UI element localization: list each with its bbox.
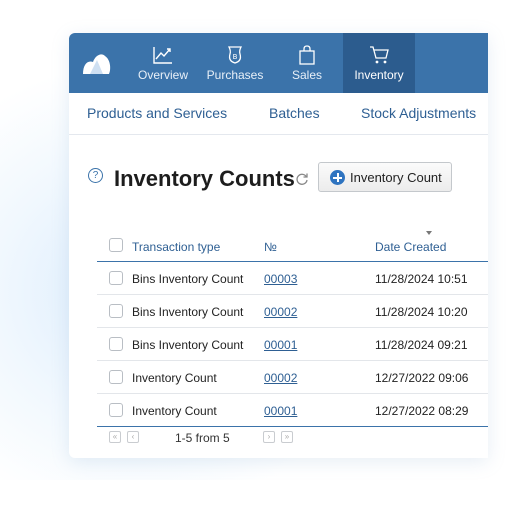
pager-range: 1-5 from 5	[175, 431, 230, 445]
row-checkbox[interactable]	[109, 337, 123, 351]
bag-bitcoin-icon: B	[227, 46, 243, 64]
row-checkbox[interactable]	[109, 403, 123, 417]
table-row[interactable]: Bins Inventory Count 00003 11/28/2024 10…	[97, 262, 488, 295]
row-type: Bins Inventory Count	[132, 338, 244, 352]
row-number-link[interactable]: 00001	[264, 338, 297, 352]
nav-purchases-label: Purchases	[206, 68, 264, 82]
nav-overview-label: Overview	[137, 68, 188, 82]
column-transaction-type[interactable]: Transaction type	[132, 240, 220, 254]
first-page-button[interactable]: «	[109, 431, 121, 443]
row-number-link[interactable]: 00002	[264, 371, 297, 385]
row-type: Bins Inventory Count	[132, 272, 244, 286]
row-date: 12/27/2022 09:06	[375, 371, 469, 385]
chart-line-icon	[153, 47, 172, 64]
sub-nav: Products and Services Batches Stock Adju…	[69, 93, 488, 135]
row-checkbox[interactable]	[109, 370, 123, 384]
row-date: 11/28/2024 10:51	[375, 272, 468, 286]
shopping-bag-icon	[299, 45, 315, 65]
last-page-button[interactable]: »	[281, 431, 293, 443]
row-checkbox[interactable]	[109, 271, 123, 285]
app-window: Overview B Purchases Sales Inventory Pro…	[69, 33, 488, 458]
prev-page-button[interactable]: ‹	[127, 431, 139, 443]
table-row[interactable]: Inventory Count 00002 12/27/2022 09:06	[97, 361, 488, 394]
table-header: Transaction type № Date Created	[97, 230, 488, 262]
top-nav-bar: Overview B Purchases Sales Inventory	[69, 33, 488, 93]
table-row[interactable]: Bins Inventory Count 00002 11/28/2024 10…	[97, 295, 488, 328]
nav-overview[interactable]: Overview	[129, 33, 197, 93]
row-checkbox[interactable]	[109, 304, 123, 318]
row-type: Inventory Count	[132, 371, 217, 385]
select-all-checkbox[interactable]	[109, 238, 123, 252]
svg-text:B: B	[233, 53, 238, 61]
nav-purchases[interactable]: B Purchases	[201, 33, 269, 93]
sort-desc-icon	[426, 231, 432, 235]
column-date-created[interactable]: Date Created	[375, 240, 446, 254]
row-number-link[interactable]: 00001	[264, 404, 297, 418]
table-row[interactable]: Inventory Count 00001 12/27/2022 08:29	[97, 394, 488, 427]
plus-circle-icon	[330, 170, 345, 185]
add-inventory-count-button[interactable]: Inventory Count	[318, 162, 452, 192]
row-type: Bins Inventory Count	[132, 305, 244, 319]
row-number-link[interactable]: 00003	[264, 272, 297, 286]
nav-sales[interactable]: Sales	[273, 33, 341, 93]
row-date: 12/27/2022 08:29	[375, 404, 469, 418]
subnav-products-and-services[interactable]: Products and Services	[87, 105, 227, 121]
add-inventory-count-label: Inventory Count	[350, 170, 442, 185]
help-icon[interactable]: ?	[88, 168, 103, 183]
nav-sales-label: Sales	[291, 68, 323, 82]
subnav-batches[interactable]: Batches	[269, 105, 320, 121]
next-page-button[interactable]: ›	[263, 431, 275, 443]
pager-divider	[97, 426, 488, 427]
table-row[interactable]: Bins Inventory Count 00001 11/28/2024 09…	[97, 328, 488, 361]
refresh-icon[interactable]	[295, 172, 309, 186]
row-number-link[interactable]: 00002	[264, 305, 297, 319]
subnav-stock-adjustments[interactable]: Stock Adjustments	[361, 105, 476, 121]
row-date: 11/28/2024 09:21	[375, 338, 468, 352]
nav-inventory-label: Inventory	[354, 68, 404, 82]
column-number[interactable]: №	[264, 240, 277, 254]
row-date: 11/28/2024 10:20	[375, 305, 468, 319]
logo-icon	[83, 54, 111, 74]
cart-icon	[370, 46, 389, 64]
nav-inventory[interactable]: Inventory	[343, 33, 415, 93]
page-title: Inventory Counts	[114, 166, 295, 191]
row-type: Inventory Count	[132, 404, 217, 418]
